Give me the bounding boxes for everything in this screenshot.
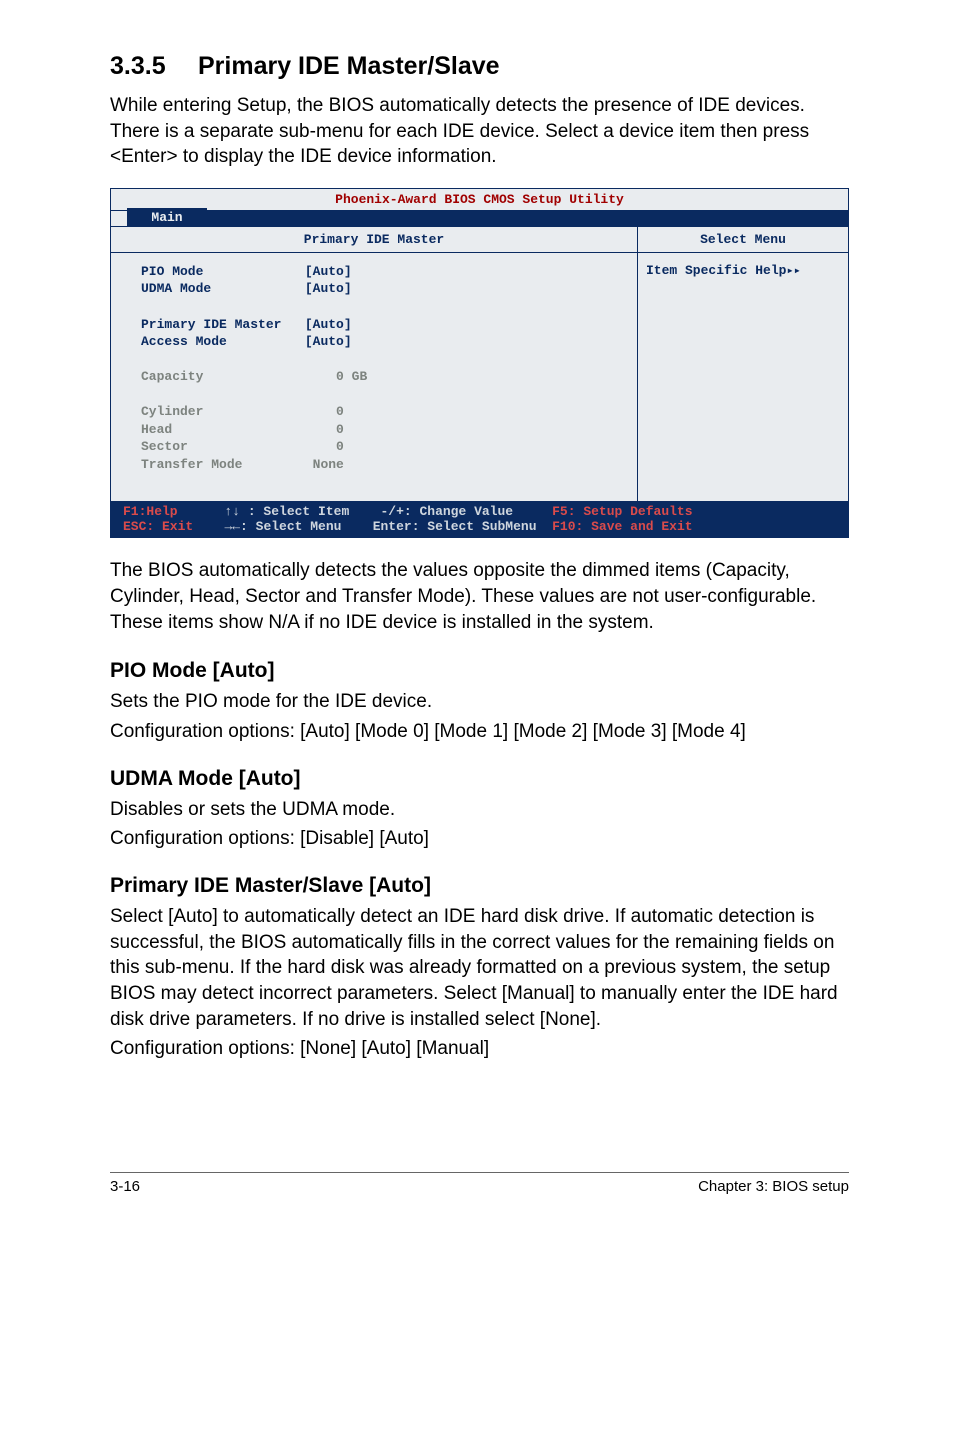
udma-value: [Auto] [305,281,352,296]
chapter-label: Chapter 3: BIOS setup [698,1178,849,1195]
sec-label: Sector [141,439,188,454]
head-label: Head [141,422,172,437]
cap-value: 0 GB [336,369,367,384]
pim-value: [Auto] [305,317,352,332]
change-value-hint: -/+: Change Value [380,504,513,519]
page-number: 3-16 [110,1178,140,1195]
pim-label: Primary IDE Master [141,317,281,332]
f10-save: F10: Save and Exit [552,519,692,534]
section-heading: 3.3.5Primary IDE Master/Slave [110,52,849,81]
udma-line2: Configuration options: [Disable] [Auto] [110,826,849,852]
esc-exit: ESC: Exit [123,519,193,534]
tm-value: None [313,457,344,472]
f1-help: F1:Help [123,504,178,519]
pio-line2: Configuration options: [Auto] [Mode 0] [… [110,719,849,745]
bios-right-header: Select Menu [638,227,848,253]
section-title: Primary IDE Master/Slave [198,52,500,80]
udma-label: UDMA Mode [141,281,211,296]
select-menu-hint: →←: Select Menu [224,519,341,534]
intro-paragraph: While entering Setup, the BIOS automatic… [110,93,849,170]
bios-title-bar: Phoenix-Award BIOS CMOS Setup Utility Ma… [111,189,848,211]
bios-footer: F1:Help ↑↓ : Select Item -/+: Change Val… [111,501,848,537]
section-number: 3.3.5 [110,52,198,81]
bios-screenshot: Phoenix-Award BIOS CMOS Setup Utility Ma… [110,188,849,539]
bios-right-body: Item Specific Help▸▸ [638,253,848,288]
page-footer: 3-16 Chapter 3: BIOS setup [110,1172,849,1195]
pio-line1: Sets the PIO mode for the IDE device. [110,689,849,715]
bios-tab-main: Main [127,208,207,226]
f5-defaults: F5: Setup Defaults [552,504,692,519]
cyl-label: Cylinder [141,404,203,419]
pide-cfg: Configuration options: [None] [Auto] [Ma… [110,1036,849,1062]
enter-submenu-hint: Enter: Select SubMenu [373,519,537,534]
select-item-hint: ↑↓ : Select Item [224,504,349,519]
pio-heading: PIO Mode [Auto] [110,659,849,683]
pio-label: PIO Mode [141,264,203,279]
double-right-arrow-icon: ▸▸ [786,264,800,278]
acc-label: Access Mode [141,334,227,349]
bios-left-header: Primary IDE Master [111,227,637,253]
pio-value: [Auto] [305,264,352,279]
cap-label: Capacity [141,369,203,384]
udma-line1: Disables or sets the UDMA mode. [110,797,849,823]
pide-heading: Primary IDE Master/Slave [Auto] [110,874,849,898]
after-bios-paragraph: The BIOS automatically detects the value… [110,558,849,635]
tm-label: Transfer Mode [141,457,242,472]
bios-nav-strip [207,211,848,226]
head-value: 0 [336,422,344,437]
bios-content-area: PIO Mode [Auto] UDMA Mode [Auto] Primary… [111,253,637,502]
acc-value: [Auto] [305,334,352,349]
cyl-value: 0 [336,404,344,419]
udma-heading: UDMA Mode [Auto] [110,767,849,791]
bios-title: Phoenix-Award BIOS CMOS Setup Utility [335,192,624,207]
sec-value: 0 [336,439,344,454]
pide-body: Select [Auto] to automatically detect an… [110,904,849,1032]
item-specific-help-label: Item Specific Help [646,263,786,278]
